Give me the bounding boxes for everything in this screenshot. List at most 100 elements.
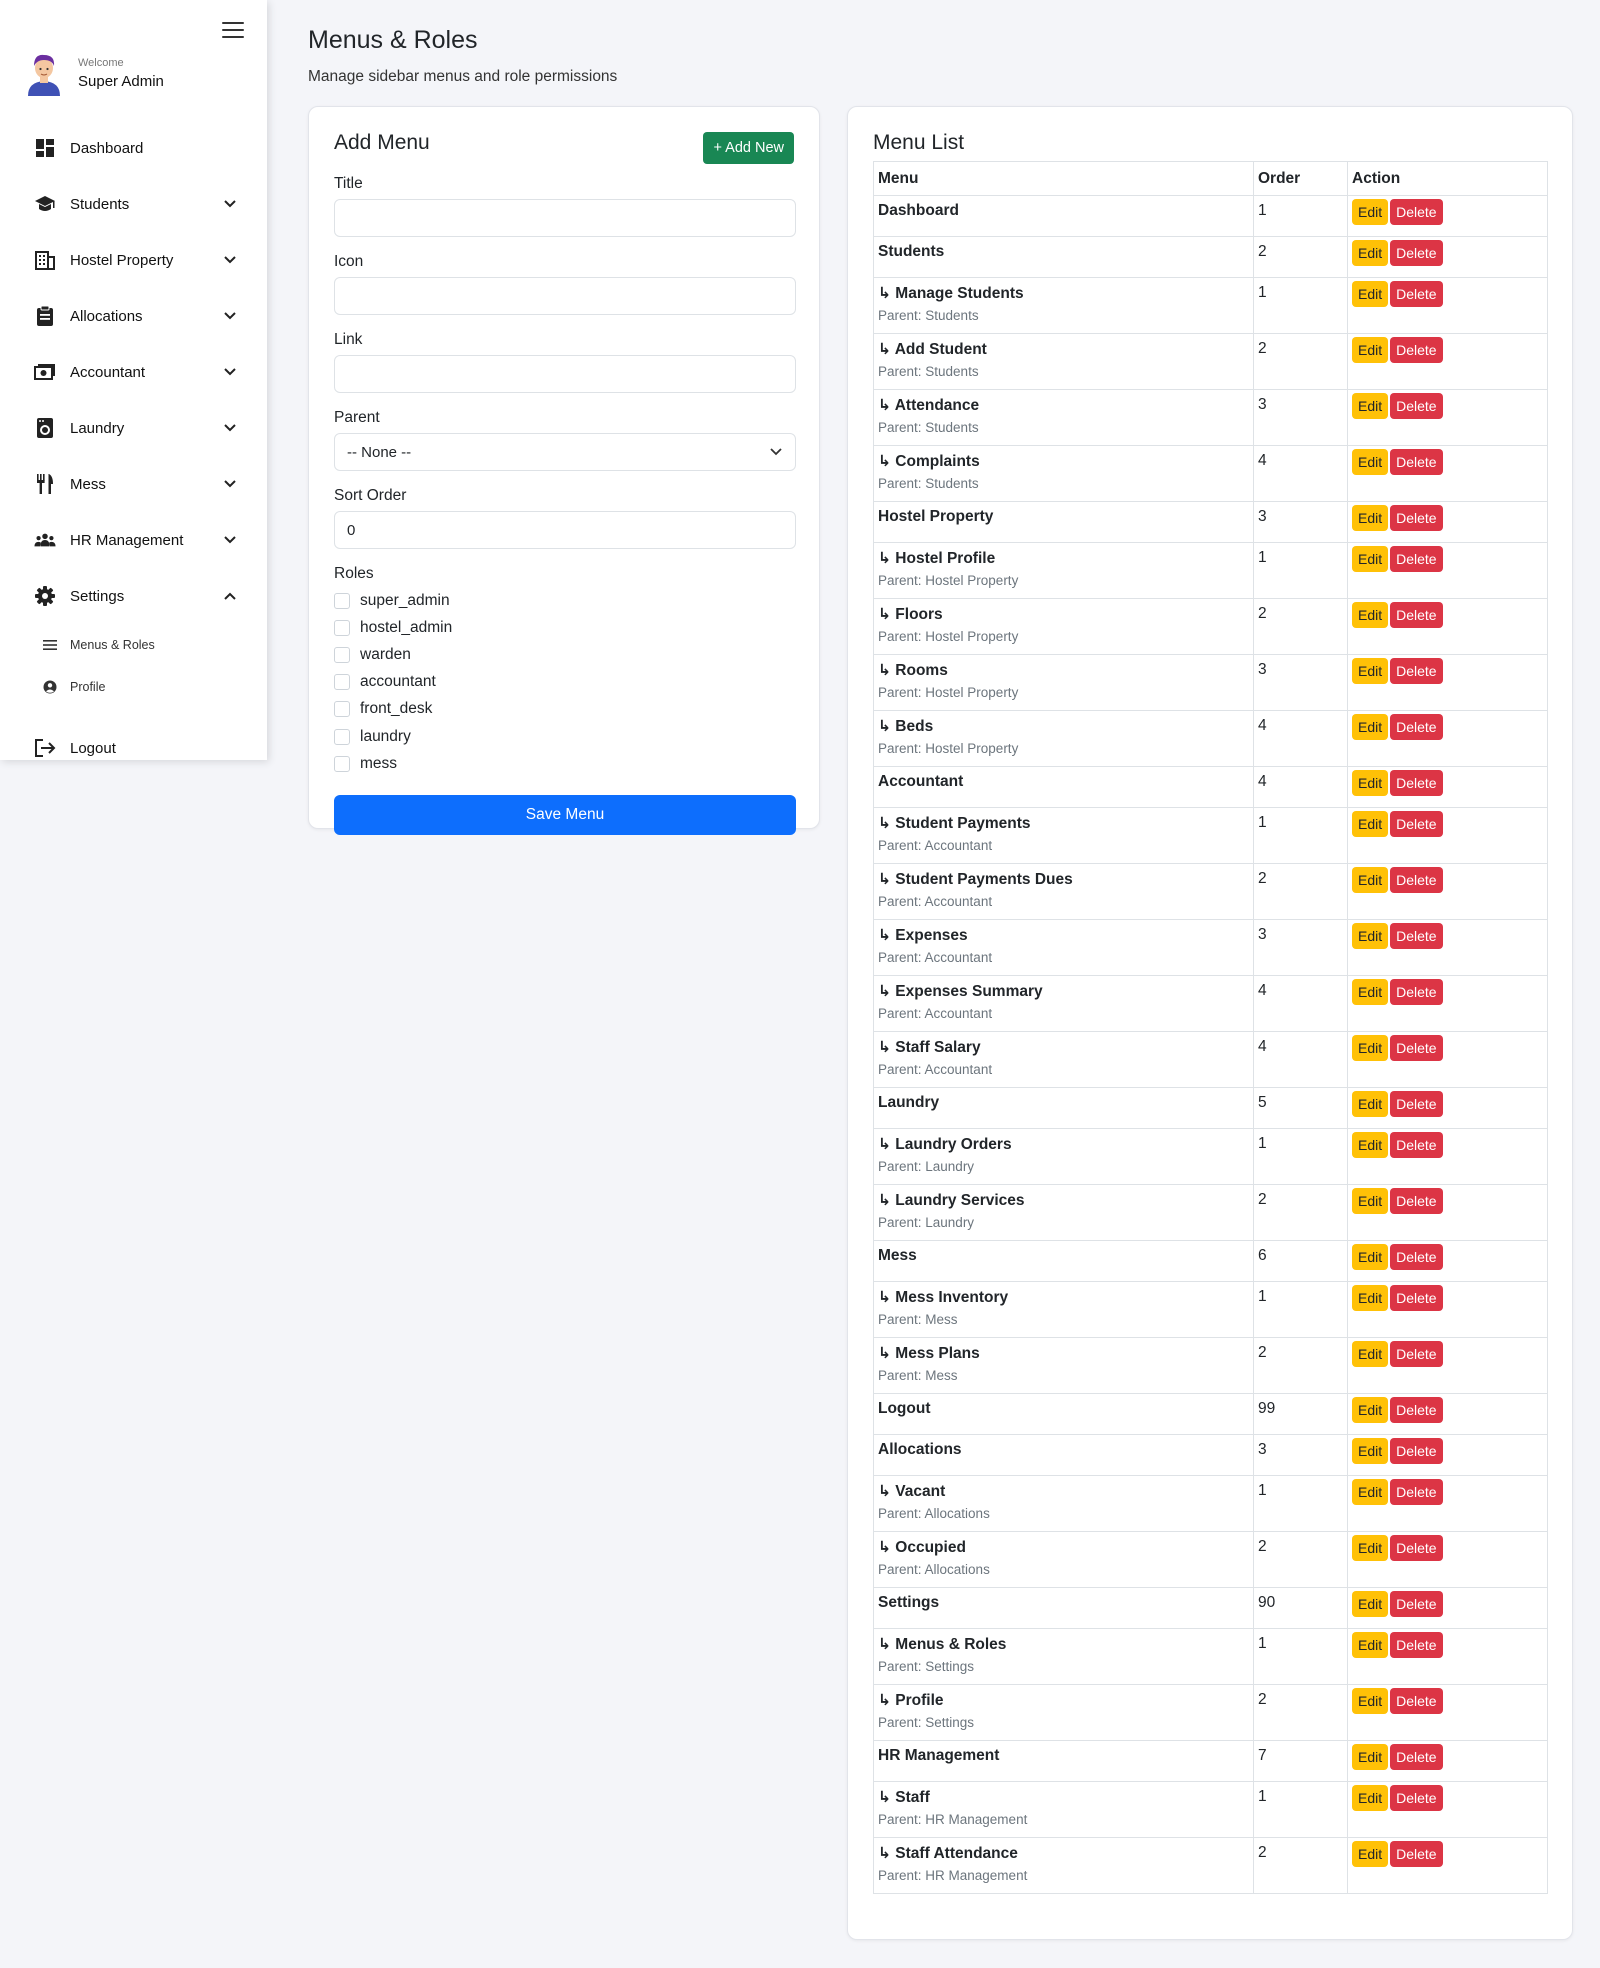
link-input[interactable] [334, 355, 796, 393]
edit-button[interactable]: Edit [1352, 449, 1389, 475]
title-input[interactable] [334, 199, 796, 237]
edit-button[interactable]: Edit [1352, 199, 1389, 225]
edit-button[interactable]: Edit [1352, 658, 1389, 684]
delete-button[interactable]: Delete [1390, 1688, 1443, 1714]
delete-button[interactable]: Delete [1390, 867, 1443, 893]
edit-button[interactable]: Edit [1352, 337, 1389, 363]
edit-button[interactable]: Edit [1352, 1591, 1389, 1617]
delete-button[interactable]: Delete [1390, 811, 1443, 837]
delete-button[interactable]: Delete [1390, 1341, 1443, 1367]
role-option[interactable]: super_admin [334, 587, 794, 614]
role-checkbox[interactable] [334, 646, 350, 663]
sidebar-item-hostel-property[interactable]: Hostel Property [0, 232, 267, 288]
edit-button[interactable]: Edit [1352, 1535, 1389, 1561]
edit-button[interactable]: Edit [1352, 923, 1389, 949]
sidebar-item-logout[interactable]: Logout [0, 720, 267, 776]
edit-button[interactable]: Edit [1352, 281, 1389, 307]
edit-button[interactable]: Edit [1352, 546, 1389, 572]
edit-button[interactable]: Edit [1352, 393, 1389, 419]
sidebar-item-dashboard[interactable]: Dashboard [0, 120, 267, 176]
delete-button[interactable]: Delete [1390, 1397, 1443, 1423]
delete-button[interactable]: Delete [1390, 602, 1443, 628]
delete-button[interactable]: Delete [1390, 1785, 1443, 1811]
role-checkbox[interactable] [334, 674, 350, 691]
role-option[interactable]: hostel_admin [334, 614, 794, 641]
edit-button[interactable]: Edit [1352, 1438, 1389, 1464]
role-option[interactable]: mess [334, 750, 794, 777]
role-option[interactable]: laundry [334, 723, 794, 750]
delete-button[interactable]: Delete [1390, 658, 1443, 684]
edit-button[interactable]: Edit [1352, 1841, 1389, 1867]
delete-button[interactable]: Delete [1390, 449, 1443, 475]
sidebar-item-mess[interactable]: Mess [0, 456, 267, 512]
delete-button[interactable]: Delete [1390, 770, 1443, 796]
delete-button[interactable]: Delete [1390, 1744, 1443, 1770]
delete-button[interactable]: Delete [1390, 393, 1443, 419]
sidebar-item-laundry[interactable]: Laundry [0, 400, 267, 456]
delete-button[interactable]: Delete [1390, 199, 1443, 225]
delete-button[interactable]: Delete [1390, 1035, 1443, 1061]
sidebar-item-hr-management[interactable]: HR Management [0, 512, 267, 568]
delete-button[interactable]: Delete [1390, 1285, 1443, 1311]
edit-button[interactable]: Edit [1352, 811, 1389, 837]
role-checkbox[interactable] [334, 701, 350, 718]
delete-button[interactable]: Delete [1390, 1535, 1443, 1561]
edit-button[interactable]: Edit [1352, 1397, 1389, 1423]
role-checkbox[interactable] [334, 755, 350, 772]
delete-button[interactable]: Delete [1390, 505, 1443, 531]
parent-select[interactable]: -- None -- [334, 433, 796, 471]
delete-button[interactable]: Delete [1390, 714, 1443, 740]
role-checkbox[interactable] [334, 728, 350, 745]
edit-button[interactable]: Edit [1352, 770, 1389, 796]
edit-button[interactable]: Edit [1352, 1341, 1389, 1367]
edit-button[interactable]: Edit [1352, 1091, 1389, 1117]
delete-button[interactable]: Delete [1390, 1188, 1443, 1214]
role-checkbox[interactable] [334, 592, 350, 609]
role-option[interactable]: accountant [334, 669, 794, 696]
add-new-button[interactable]: + Add New [703, 132, 794, 164]
delete-button[interactable]: Delete [1390, 1591, 1443, 1617]
sidebar-item-students[interactable]: Students [0, 176, 267, 232]
edit-button[interactable]: Edit [1352, 714, 1389, 740]
delete-button[interactable]: Delete [1390, 1244, 1443, 1270]
delete-button[interactable]: Delete [1390, 240, 1443, 266]
edit-button[interactable]: Edit [1352, 1244, 1389, 1270]
edit-button[interactable]: Edit [1352, 505, 1389, 531]
delete-button[interactable]: Delete [1390, 1479, 1443, 1505]
delete-button[interactable]: Delete [1390, 281, 1443, 307]
edit-button[interactable]: Edit [1352, 1785, 1389, 1811]
role-checkbox[interactable] [334, 619, 350, 636]
sidebar-item-allocations[interactable]: Allocations [0, 288, 267, 344]
edit-button[interactable]: Edit [1352, 602, 1389, 628]
delete-button[interactable]: Delete [1390, 1091, 1443, 1117]
edit-button[interactable]: Edit [1352, 1132, 1389, 1158]
sidebar-subitem-profile[interactable]: Profile [0, 666, 267, 708]
delete-button[interactable]: Delete [1390, 979, 1443, 1005]
sidebar-item-accountant[interactable]: Accountant [0, 344, 267, 400]
delete-button[interactable]: Delete [1390, 923, 1443, 949]
delete-button[interactable]: Delete [1390, 1132, 1443, 1158]
role-option[interactable]: front_desk [334, 696, 794, 723]
edit-button[interactable]: Edit [1352, 1035, 1389, 1061]
delete-button[interactable]: Delete [1390, 546, 1443, 572]
edit-button[interactable]: Edit [1352, 1632, 1389, 1658]
sidebar-subitem-menus-roles[interactable]: Menus & Roles [0, 624, 267, 666]
edit-button[interactable]: Edit [1352, 1479, 1389, 1505]
edit-button[interactable]: Edit [1352, 1188, 1389, 1214]
delete-button[interactable]: Delete [1390, 1632, 1443, 1658]
hamburger-menu-icon[interactable] [222, 22, 244, 40]
edit-button[interactable]: Edit [1352, 1688, 1389, 1714]
edit-button[interactable]: Edit [1352, 1285, 1389, 1311]
delete-button[interactable]: Delete [1390, 1438, 1443, 1464]
sidebar-item-settings[interactable]: Settings [0, 568, 267, 624]
edit-button[interactable]: Edit [1352, 867, 1389, 893]
icon-input[interactable] [334, 277, 796, 315]
delete-button[interactable]: Delete [1390, 1841, 1443, 1867]
delete-button[interactable]: Delete [1390, 337, 1443, 363]
edit-button[interactable]: Edit [1352, 240, 1389, 266]
edit-button[interactable]: Edit [1352, 979, 1389, 1005]
role-option[interactable]: warden [334, 641, 794, 668]
save-menu-button[interactable]: Save Menu [334, 795, 796, 836]
edit-button[interactable]: Edit [1352, 1744, 1389, 1770]
sort-order-input[interactable]: 0 [334, 511, 796, 549]
